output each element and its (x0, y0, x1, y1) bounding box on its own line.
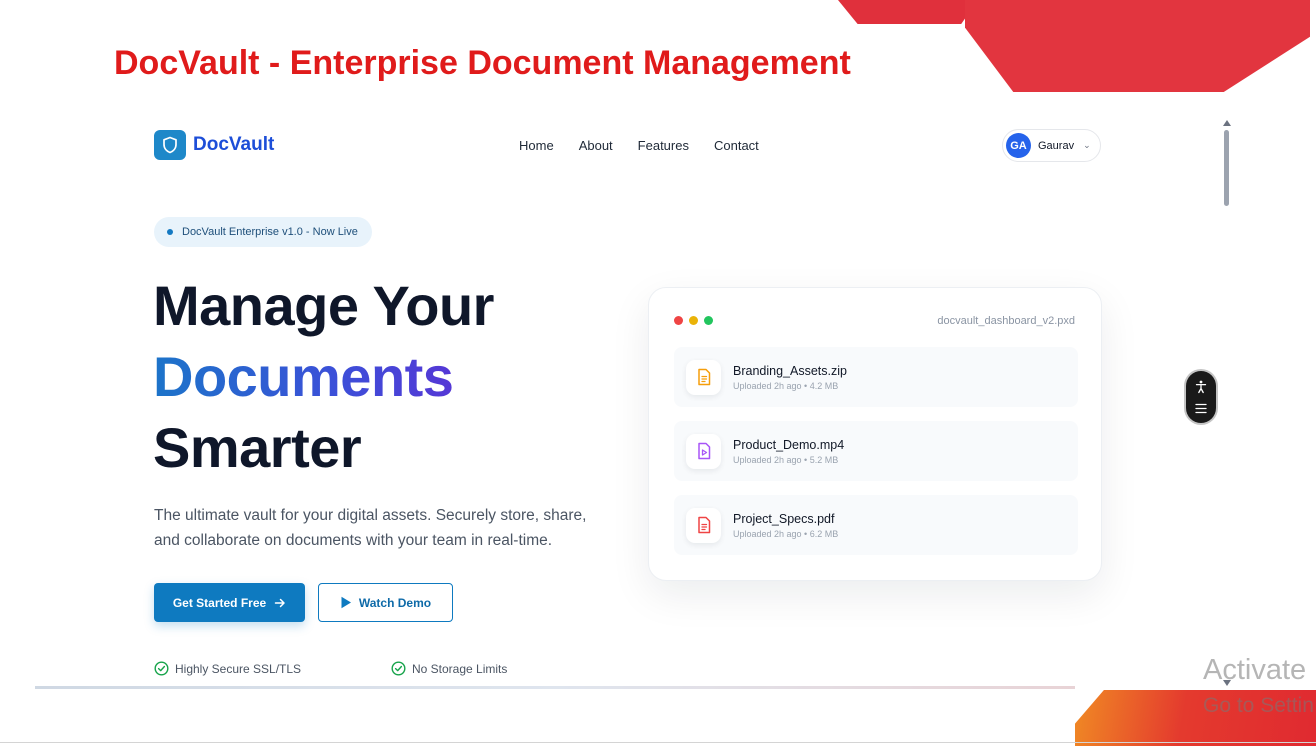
scroll-thumb[interactable] (1224, 130, 1229, 206)
chevron-down-icon: ⌄ (1083, 140, 1091, 150)
file-meta: Uploaded 2h ago • 6.2 MB (733, 528, 839, 539)
browser-page: DocVault Home About Features Contact GA … (35, 100, 1235, 688)
accessibility-icon[interactable] (1195, 380, 1207, 394)
watch-demo-label: Watch Demo (358, 595, 432, 610)
zip-file-icon (686, 359, 721, 395)
decorative-red-shape (965, 0, 1310, 92)
feature-label: Highly Secure SSL/TLS (175, 661, 302, 676)
feature-item: Highly Secure SSL/TLS (154, 661, 301, 676)
get-started-button[interactable]: Get Started Free (154, 583, 305, 622)
headline-line-1: Manage Your (153, 274, 494, 337)
brand[interactable]: DocVault (154, 130, 274, 160)
activation-watermark-subtitle: Go to Settin (1203, 694, 1314, 717)
check-circle-icon (154, 661, 169, 676)
file-row[interactable]: Branding_Assets.zip Uploaded 2h ago • 4.… (674, 347, 1078, 407)
nav-link-features[interactable]: Features (638, 138, 689, 153)
window-controls (674, 316, 713, 325)
vertical-scrollbar[interactable] (1221, 120, 1233, 686)
play-icon (341, 596, 351, 609)
hero-headline: Manage Your Documents Smarter (153, 270, 494, 483)
maximize-dot-icon (704, 316, 713, 325)
headline-highlight: Documents (153, 345, 454, 408)
file-name: Project_Specs.pdf (733, 511, 835, 526)
minimize-dot-icon (689, 316, 698, 325)
badge-label: DocVault Enterprise v1.0 - Now Live (182, 226, 358, 238)
watch-demo-button[interactable]: Watch Demo (318, 583, 453, 622)
nav-link-about[interactable]: About (579, 138, 613, 153)
menu-icon[interactable] (1195, 403, 1207, 414)
video-file-icon (686, 433, 721, 469)
arrow-right-icon (274, 598, 285, 607)
close-dot-icon (674, 316, 683, 325)
nav-link-contact[interactable]: Contact (714, 138, 759, 153)
get-started-label: Get Started Free (172, 595, 267, 610)
user-name: Gaurav (1038, 139, 1075, 152)
card-filename: docvault_dashboard_v2.pxd (937, 315, 1075, 327)
page-bottom-divider (35, 686, 1075, 689)
accessibility-widget[interactable] (1186, 371, 1216, 423)
decorative-red-shape (838, 0, 978, 24)
avatar: GA (1006, 133, 1031, 158)
check-circle-icon (391, 661, 406, 676)
brand-name: DocVault (193, 134, 275, 155)
hero-description: The ultimate vault for your digital asse… (154, 507, 587, 549)
feature-item: No Storage Limits (391, 661, 507, 676)
status-dot-icon (167, 229, 173, 235)
shield-icon (154, 130, 186, 160)
activation-watermark-title: Activate (1203, 654, 1307, 686)
feature-label: No Storage Limits (412, 661, 508, 676)
file-name: Branding_Assets.zip (733, 363, 847, 378)
main-nav: Home About Features Contact (519, 138, 759, 153)
bottom-rule (0, 742, 1316, 743)
headline-line-3: Smarter (153, 416, 362, 479)
slide-title: DocVault - Enterprise Document Managemen… (114, 44, 851, 82)
pdf-file-icon (686, 507, 721, 543)
file-meta: Uploaded 2h ago • 4.2 MB (733, 380, 839, 391)
release-badge: DocVault Enterprise v1.0 - Now Live (154, 217, 372, 247)
file-row[interactable]: Product_Demo.mp4 Uploaded 2h ago • 5.2 M… (674, 421, 1078, 481)
file-name: Product_Demo.mp4 (733, 437, 845, 452)
user-menu-button[interactable]: GA Gaurav ⌄ (1002, 129, 1101, 162)
file-meta: Uploaded 2h ago • 5.2 MB (733, 454, 839, 465)
scroll-up-arrow-icon[interactable] (1223, 120, 1231, 126)
dashboard-preview-card: docvault_dashboard_v2.pxd Branding_Asset… (648, 287, 1102, 581)
nav-link-home[interactable]: Home (519, 138, 554, 153)
file-row[interactable]: Project_Specs.pdf Uploaded 2h ago • 6.2 … (674, 495, 1078, 555)
